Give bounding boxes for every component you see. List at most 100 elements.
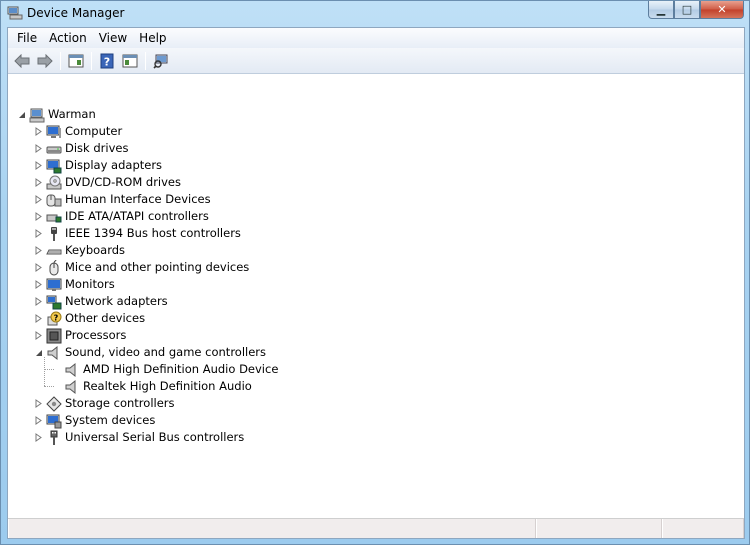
expand-toggle-icon[interactable] (34, 399, 43, 408)
window-title: Device Manager (27, 6, 125, 20)
status-cell-3 (662, 519, 744, 538)
menu-file[interactable]: File (11, 28, 43, 48)
forward-button[interactable] (34, 51, 55, 71)
tree-category[interactable]: Display adapters (34, 157, 162, 174)
console-tree-icon (122, 54, 137, 67)
device-tree[interactable]: Warman Computer Disk drives Display adapter… (8, 75, 744, 518)
tree-node-label: Realtek High Definition Audio (83, 379, 252, 393)
status-bar (8, 518, 744, 538)
device-manager-icon (7, 6, 23, 20)
speaker-icon (64, 379, 80, 395)
tree-category[interactable]: Storage controllers (34, 395, 175, 412)
tree-node-label: Universal Serial Bus controllers (65, 430, 245, 444)
client-area: File Action View Help ? Warman Computer … (7, 27, 745, 539)
tree-node-label: Warman (48, 107, 96, 121)
speaker-icon (64, 362, 80, 378)
status-cell-2 (536, 519, 662, 538)
menu-help[interactable]: Help (133, 28, 172, 48)
tree-node-label: Mice and other pointing devices (65, 260, 250, 274)
expand-toggle-icon[interactable] (17, 110, 26, 119)
tree-category[interactable]: Monitors (34, 276, 115, 293)
maximize-button[interactable]: □ (674, 1, 700, 19)
toolbar-separator (60, 51, 61, 70)
tree-node-label: Keyboards (65, 243, 126, 257)
system-devices-icon (46, 413, 62, 429)
status-cell-main (8, 519, 536, 538)
tree-category[interactable]: Keyboards (34, 242, 125, 259)
menu-view[interactable]: View (93, 28, 133, 48)
menu-bar: File Action View Help (8, 28, 744, 48)
scan-hardware-button[interactable] (150, 51, 171, 71)
expand-toggle-icon[interactable] (34, 195, 43, 204)
other-devices-icon: ? (46, 311, 62, 327)
tree-node-label: Other devices (65, 311, 146, 325)
tree-node-label: Display adapters (65, 158, 163, 172)
expand-toggle-icon[interactable] (34, 416, 43, 425)
tree-node-label: Sound, video and game controllers (65, 345, 267, 359)
expand-toggle-icon[interactable] (34, 331, 43, 340)
speaker-icon (46, 345, 62, 361)
maximize-icon: □ (681, 3, 693, 16)
expand-toggle-icon[interactable] (34, 161, 43, 170)
tree-category[interactable]: Network adapters (34, 293, 168, 310)
tree-node-label: DVD/CD-ROM drives (65, 175, 181, 189)
svg-text:?: ? (103, 55, 109, 68)
tree-category[interactable]: IDE ATA/ATAPI controllers (34, 208, 209, 225)
toolbar-separator (91, 51, 92, 70)
ieee1394-icon (46, 226, 62, 242)
scan-hardware-icon (152, 54, 167, 69)
tree-node-label: IDE ATA/ATAPI controllers (65, 209, 209, 223)
expand-toggle-icon[interactable] (34, 297, 43, 306)
window-frame: Device Manager ▁ □ ✕ File Action View He… (0, 0, 750, 545)
toolbar-separator (145, 51, 146, 70)
tree-category[interactable]: Universal Serial Bus controllers (34, 429, 244, 446)
tree-node-label: AMD High Definition Audio Device (83, 362, 279, 376)
back-button[interactable] (11, 51, 32, 71)
help-button[interactable]: ? (96, 51, 117, 71)
tree-device[interactable]: Realtek High Definition Audio (52, 378, 252, 395)
close-button[interactable]: ✕ (700, 1, 744, 19)
minimize-button[interactable]: ▁ (648, 1, 674, 19)
mouse-icon (46, 259, 62, 276)
tree-device[interactable]: AMD High Definition Audio Device (52, 361, 278, 378)
properties-pane-button[interactable] (65, 51, 86, 71)
tree-category[interactable]: Sound, video and game controllers (34, 344, 266, 361)
title-bar[interactable]: Device Manager ▁ □ ✕ (1, 1, 749, 27)
tree-category[interactable]: Human Interface Devices (34, 191, 211, 208)
expand-toggle-icon[interactable] (34, 229, 43, 238)
svg-text:?: ? (54, 313, 59, 322)
tree-node-label: Computer (65, 124, 123, 138)
hid-icon (46, 192, 62, 208)
dvd-drive-icon (46, 175, 62, 191)
expand-toggle-icon[interactable] (34, 348, 43, 357)
display-adapter-icon (46, 158, 62, 174)
root-computer-icon (29, 107, 45, 123)
tree-category[interactable]: System devices (34, 412, 155, 429)
tree-category[interactable]: ? Other devices (34, 310, 145, 327)
tree-category[interactable]: Processors (34, 327, 126, 344)
expand-toggle-icon[interactable] (34, 178, 43, 187)
expand-toggle-icon[interactable] (34, 263, 43, 272)
tree-node-label: Processors (65, 328, 127, 342)
processor-icon (46, 328, 62, 344)
expand-toggle-icon[interactable] (34, 212, 43, 221)
expand-toggle-icon[interactable] (34, 144, 43, 153)
tree-category[interactable]: Disk drives (34, 140, 128, 157)
tree-category[interactable]: IEEE 1394 Bus host controllers (34, 225, 241, 242)
expand-toggle-icon[interactable] (34, 314, 43, 323)
keyboard-icon (46, 243, 62, 259)
help-icon: ? (100, 53, 113, 68)
tree-category[interactable]: Computer (34, 123, 122, 140)
menu-action[interactable]: Action (43, 28, 93, 48)
tree-node-label: Human Interface Devices (65, 192, 211, 206)
console-tree-button[interactable] (119, 51, 140, 71)
expand-toggle-icon[interactable] (34, 246, 43, 255)
tree-category[interactable]: Mice and other pointing devices (34, 259, 249, 276)
usb-icon (46, 430, 62, 446)
expand-toggle-icon[interactable] (34, 280, 43, 289)
tree-root[interactable]: Warman (17, 106, 96, 123)
toolbar: ? (8, 48, 744, 74)
tree-category[interactable]: DVD/CD-ROM drives (34, 174, 181, 191)
expand-toggle-icon[interactable] (34, 127, 43, 136)
expand-toggle-icon[interactable] (34, 433, 43, 442)
